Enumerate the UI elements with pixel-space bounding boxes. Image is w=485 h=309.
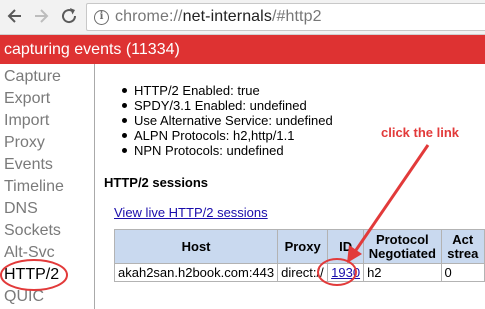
tab-dns[interactable]: DNS — [4, 200, 38, 218]
callout-label: click the link — [381, 125, 460, 140]
address-bar[interactable]: i chrome://net-internals/#http2 — [86, 3, 485, 31]
header-active-line1: Act — [452, 231, 474, 247]
tab-events[interactable]: Events — [4, 156, 53, 174]
list-item: Use Alternative Service: undefined — [118, 113, 333, 128]
browser-toolbar: i chrome://net-internals/#http2 — [0, 0, 485, 35]
header-id: ID — [327, 229, 365, 264]
tab-http2[interactable]: HTTP/2 — [4, 266, 59, 284]
tab-timeline[interactable]: Timeline — [4, 178, 64, 196]
view-live-sessions-link[interactable]: View live HTTP/2 sessions — [114, 205, 268, 220]
cell-protocol: h2 — [363, 263, 442, 282]
url-path: /#http2 — [271, 8, 322, 25]
url-text: chrome://net-internals/#http2 — [115, 8, 322, 26]
url-scheme: chrome:// — [115, 8, 183, 25]
tab-sidebar: Capture Export Import Proxy Events Timel… — [0, 64, 95, 309]
http2-status-list: HTTP/2 Enabled: true SPDY/3.1 Enabled: u… — [118, 83, 333, 158]
info-icon[interactable]: i — [94, 10, 109, 25]
header-protocol-line1: Protocol — [375, 231, 429, 247]
sessions-table: Host Proxy ID Protocol Negotiated Act stre… — [113, 229, 485, 282]
tab-capture[interactable]: Capture — [4, 68, 61, 86]
url-host: net-internals — [182, 8, 272, 25]
header-protocol-line2: Negotiated — [368, 245, 436, 261]
back-arrow-icon[interactable] — [2, 3, 28, 29]
tab-quic[interactable]: QUIC — [4, 288, 44, 306]
list-item: SPDY/3.1 Enabled: undefined — [118, 98, 333, 113]
tab-alt-svc[interactable]: Alt-Svc — [4, 244, 55, 262]
cell-id: 1930 — [327, 263, 365, 282]
table-row: akah2san.h2book.com:443 direct:// 1930 h… — [113, 263, 485, 282]
header-protocol: Protocol Negotiated — [363, 229, 442, 264]
tab-import[interactable]: Import — [4, 112, 49, 130]
header-host: Host — [113, 229, 279, 264]
list-item: HTTP/2 Enabled: true — [118, 83, 333, 98]
tab-proxy[interactable]: Proxy — [4, 134, 45, 152]
header-proxy: Proxy — [277, 229, 329, 264]
forward-arrow-icon[interactable] — [28, 3, 54, 29]
header-active-streams: Act strea — [440, 229, 485, 264]
list-item: NPN Protocols: undefined — [118, 143, 333, 158]
sessions-heading: HTTP/2 sessions — [104, 175, 209, 190]
cell-active-streams: 0 — [440, 263, 485, 282]
capture-status-bar[interactable]: capturing events (11334) — [0, 35, 485, 64]
header-active-line2: strea — [447, 245, 479, 261]
list-item: ALPN Protocols: h2,http/1.1 — [118, 128, 333, 143]
tab-export[interactable]: Export — [4, 90, 50, 108]
capture-status-text: capturing events (11334) — [4, 41, 180, 58]
cell-proxy: direct:// — [277, 263, 329, 282]
http2-panel: HTTP/2 Enabled: true SPDY/3.1 Enabled: u… — [96, 64, 485, 309]
table-header-row: Host Proxy ID Protocol Negotiated Act stre… — [113, 229, 485, 264]
tab-sockets[interactable]: Sockets — [4, 222, 61, 240]
session-id-link[interactable]: 1930 — [331, 265, 360, 280]
reload-icon[interactable] — [56, 3, 82, 29]
cell-host: akah2san.h2book.com:443 — [113, 263, 279, 282]
